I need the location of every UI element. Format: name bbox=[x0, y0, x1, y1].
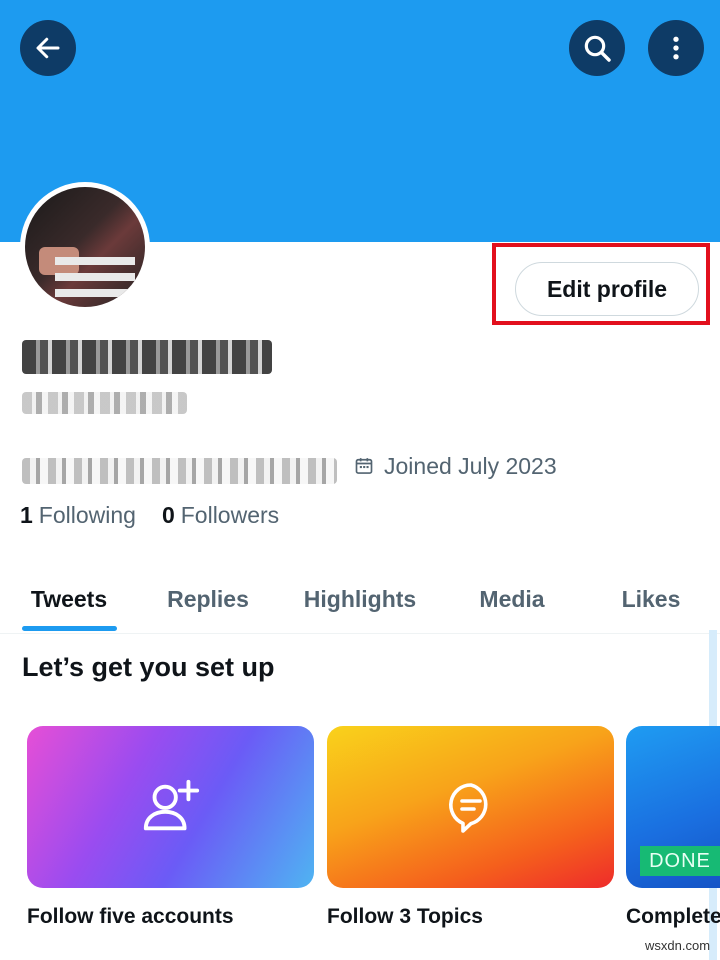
done-badge: DONE bbox=[640, 846, 720, 876]
following-label: Following bbox=[38, 502, 136, 528]
more-options-button[interactable] bbox=[648, 20, 704, 76]
followers-link[interactable]: 0 Followers bbox=[162, 502, 279, 529]
topic-bubble-icon bbox=[448, 783, 487, 833]
following-count: 1 bbox=[20, 502, 33, 528]
followers-count: 0 bbox=[161, 502, 175, 528]
edit-profile-button[interactable]: Edit profile bbox=[515, 262, 699, 316]
tab-highlights[interactable]: Highlights bbox=[294, 565, 426, 633]
tab-media[interactable]: Media bbox=[470, 565, 554, 633]
search-icon bbox=[584, 35, 611, 62]
following-link[interactable]: 1 Following bbox=[20, 502, 136, 529]
followers-label: Followers bbox=[180, 502, 280, 528]
tab-tweets[interactable]: Tweets bbox=[20, 565, 118, 633]
person-add-icon bbox=[143, 779, 199, 831]
profile-info-redacted bbox=[22, 458, 337, 484]
arrow-left-icon bbox=[36, 37, 60, 59]
follow-topics-label: Follow 3 Topics bbox=[327, 905, 483, 928]
profile-tabs: Tweets Replies Highlights Media Likes bbox=[0, 565, 720, 634]
search-button[interactable] bbox=[569, 20, 625, 76]
tab-replies[interactable]: Replies bbox=[160, 565, 256, 633]
avatar[interactable] bbox=[20, 182, 150, 312]
active-tab-indicator bbox=[22, 626, 117, 631]
tab-likes[interactable]: Likes bbox=[614, 565, 688, 633]
back-button[interactable] bbox=[20, 20, 76, 76]
more-vertical-icon bbox=[673, 36, 679, 60]
joined-date: Joined July 2023 bbox=[354, 452, 557, 480]
avatar-image bbox=[25, 187, 145, 307]
calendar-icon bbox=[355, 458, 373, 474]
username-redacted bbox=[22, 392, 187, 414]
watermark-text: wsxdn.com bbox=[645, 938, 711, 953]
follow-stats: 1 Following 0 Followers bbox=[20, 502, 305, 529]
follow-accounts-card[interactable] bbox=[27, 726, 314, 888]
follow-accounts-label: Follow five accounts bbox=[27, 905, 234, 928]
display-name-redacted bbox=[22, 340, 272, 374]
setup-section-title: Let’s get you set up bbox=[22, 652, 275, 682]
joined-text: Joined July 2023 bbox=[384, 452, 557, 479]
complete-profile-label: Complete bbox=[626, 905, 720, 928]
follow-topics-card[interactable] bbox=[327, 726, 614, 888]
